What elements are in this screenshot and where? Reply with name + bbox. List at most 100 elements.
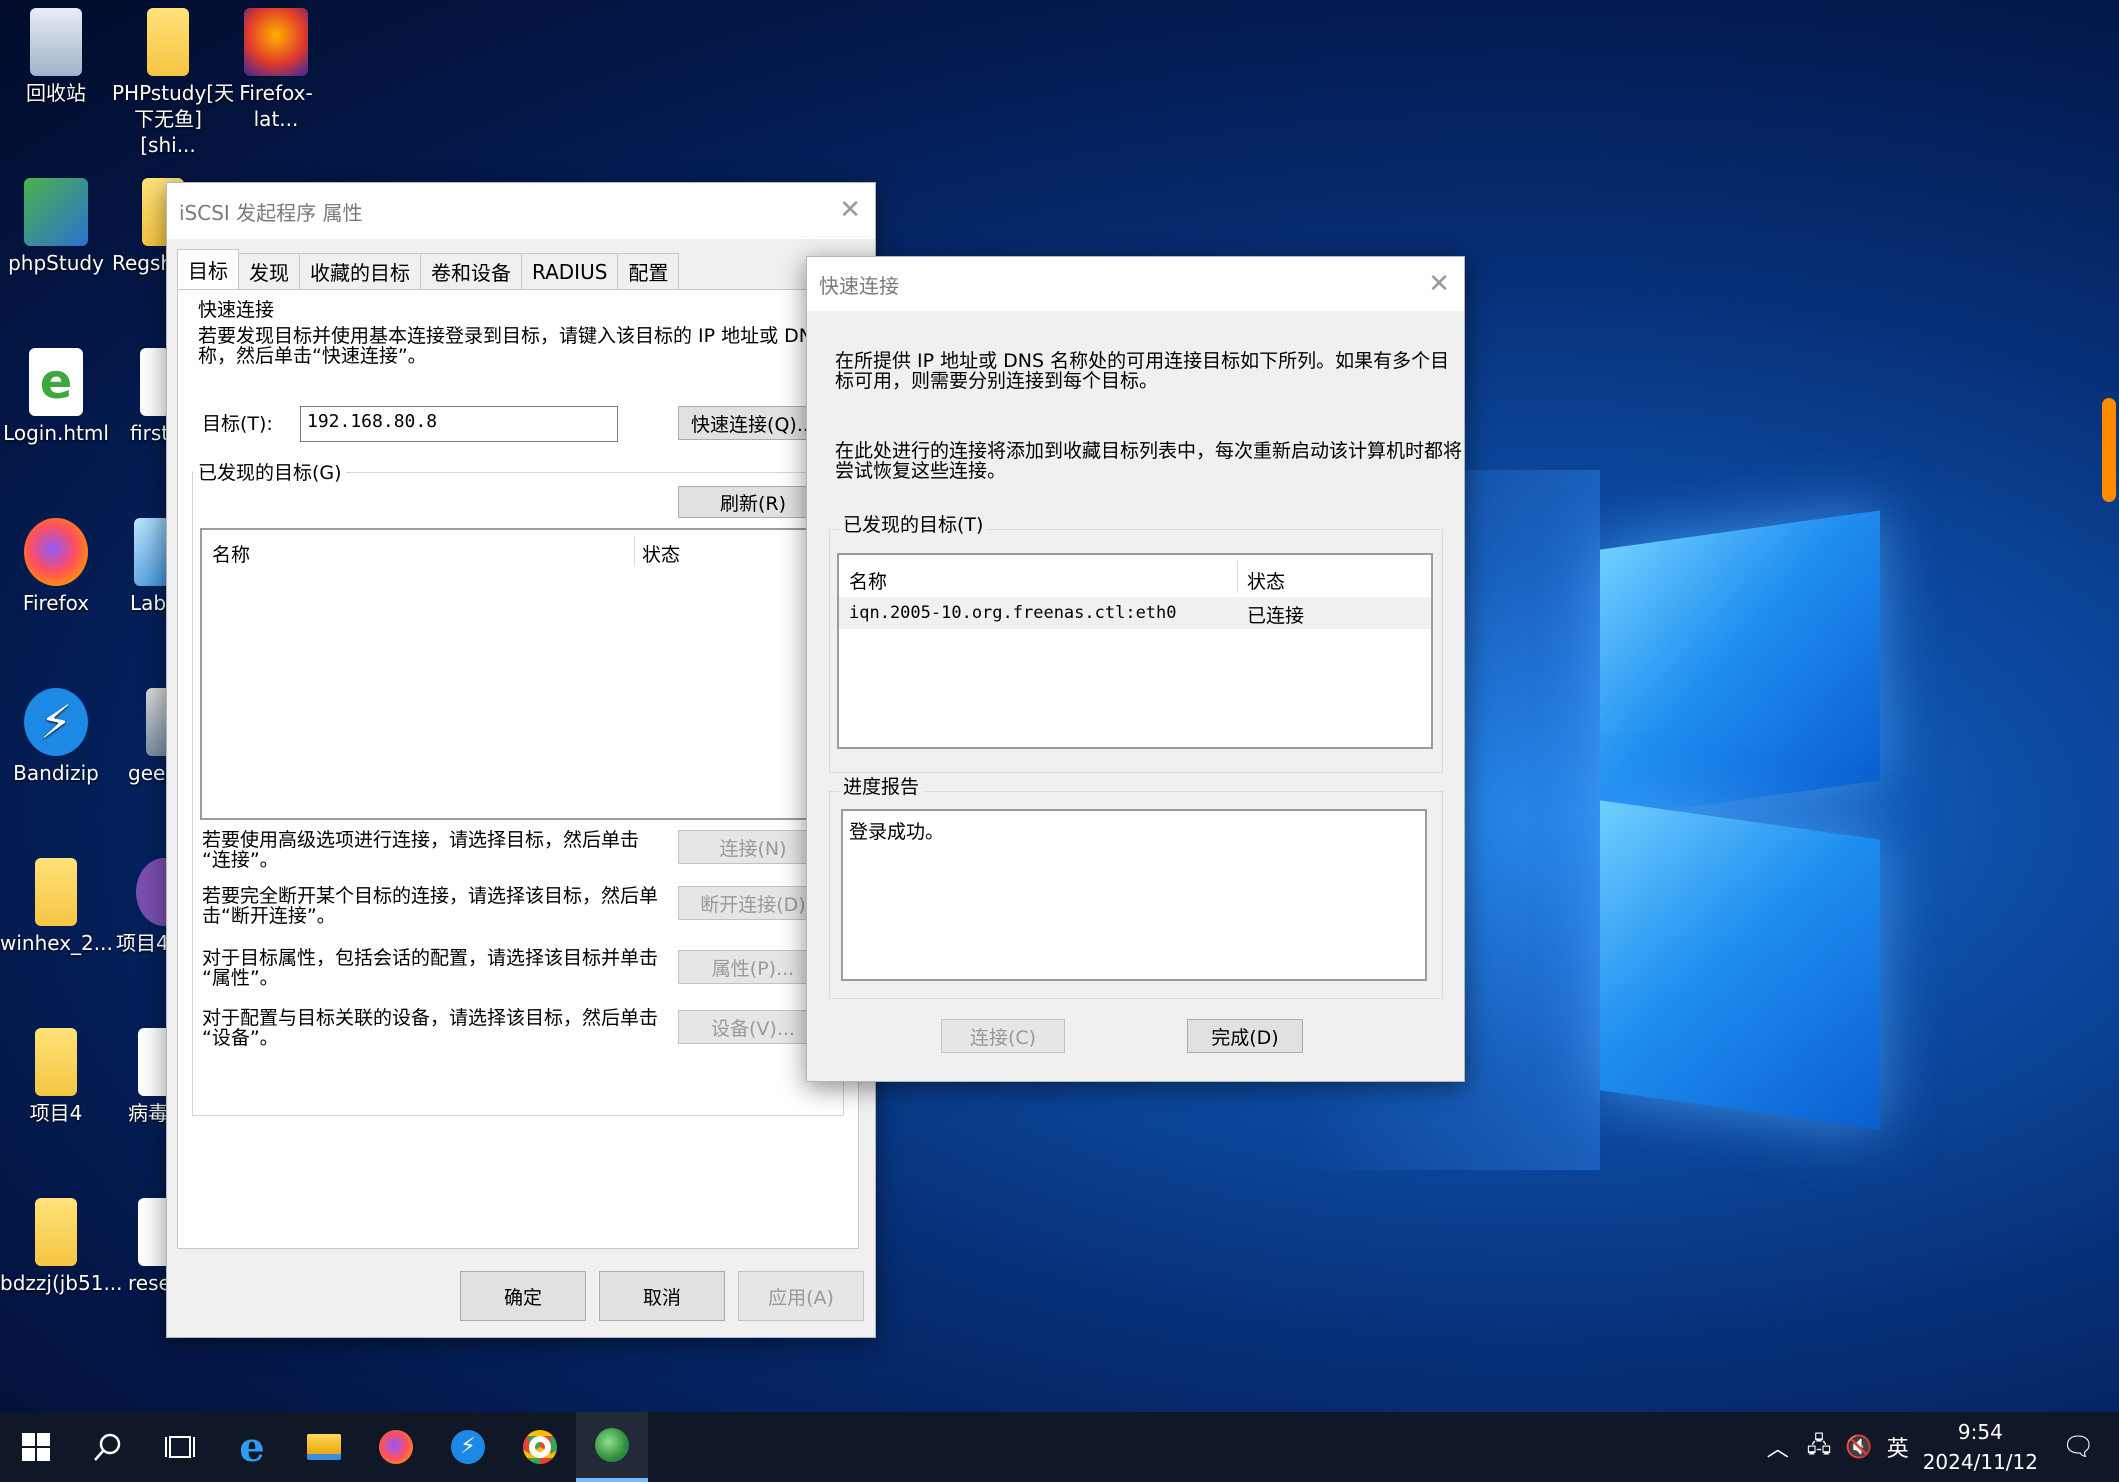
- desktop-icon-project4-folder[interactable]: 项目4: [0, 1028, 112, 1126]
- desktop-icon-recycle-bin[interactable]: 回收站: [0, 8, 112, 106]
- icon-label: Regsh: [112, 251, 174, 275]
- taskbar-chrome-like[interactable]: [504, 1412, 576, 1482]
- list-header-row: [839, 555, 1431, 597]
- edge-scroll-indicator[interactable]: [2102, 398, 2116, 502]
- apply-button[interactable]: 应用(A): [738, 1271, 864, 1321]
- icon-label: PHPstudy[天下无鱼][shi...: [112, 81, 235, 157]
- desktop-icon-lab[interactable]: Lab: [130, 518, 170, 616]
- tab-configuration[interactable]: 配置: [617, 253, 680, 289]
- icon-label: Firefox: [22, 591, 90, 615]
- close-icon[interactable]: ✕: [1428, 269, 1450, 299]
- folder-icon: [307, 1434, 341, 1460]
- desktop-icon-bandizip[interactable]: ⚡ Bandizip: [0, 688, 112, 786]
- input-method-indicator[interactable]: 英: [1887, 1431, 1909, 1463]
- icon-label: winhex_2...: [0, 931, 113, 955]
- desktop-icon-phpstudy-folder[interactable]: PHPstudy[天下无鱼][shi...: [112, 8, 234, 158]
- clock[interactable]: 9:54 2024/11/12: [1923, 1417, 2038, 1477]
- logo-pane-top: [1600, 510, 1880, 820]
- bandizip-icon: ⚡: [24, 688, 88, 756]
- folder-icon: [35, 1028, 77, 1096]
- discovered-targets-label: 已发现的目标(G): [194, 458, 346, 485]
- tab-targets[interactable]: 目标: [177, 249, 239, 289]
- ok-button[interactable]: 确定: [460, 1271, 586, 1321]
- dialog-titlebar: iSCSI 发起程序 属性 ✕: [167, 183, 875, 239]
- folder-icon: [35, 1198, 77, 1266]
- column-header-status[interactable]: 状态: [1247, 567, 1285, 594]
- target-status: 已连接: [1247, 605, 1305, 627]
- phpstudy-icon: [24, 178, 88, 246]
- start-button[interactable]: [0, 1412, 72, 1482]
- taskbar-bandizip[interactable]: ⚡: [432, 1412, 504, 1482]
- desktop-icon-bdzzj[interactable]: bdzzj(jb51...: [0, 1198, 123, 1296]
- tab-volumes-devices[interactable]: 卷和设备: [420, 253, 522, 289]
- lab-icon: [134, 518, 170, 586]
- taskbar-file-explorer[interactable]: [288, 1412, 360, 1482]
- taskbar-iscsi-app[interactable]: [576, 1412, 648, 1482]
- icon-label: phpStudy: [8, 251, 104, 275]
- tab-discovery[interactable]: 发现: [238, 253, 300, 289]
- column-header-status[interactable]: 状态: [642, 540, 680, 567]
- internet-explorer-icon: e: [239, 1423, 265, 1471]
- advanced-connect-description-line1: 若要使用高级选项进行连接，请选择目标，然后单击: [202, 829, 640, 851]
- advanced-connect-description-line2: “连接”。: [202, 849, 279, 871]
- tab-radius[interactable]: RADIUS: [521, 253, 619, 289]
- cancel-button[interactable]: 取消: [599, 1271, 725, 1321]
- task-view-button[interactable]: [144, 1412, 216, 1482]
- show-hidden-icons-chevron-up-icon[interactable]: ︿: [1767, 1431, 1789, 1463]
- bandizip-icon: ⚡: [451, 1430, 485, 1464]
- desktop-icon-firefox[interactable]: Firefox: [0, 518, 112, 616]
- firefox-icon: [379, 1430, 413, 1464]
- progress-report-label: 进度报告: [839, 777, 924, 798]
- network-icon[interactable]: 🖧: [1807, 1428, 1832, 1466]
- desktop-icon-first[interactable]: first: [130, 348, 170, 446]
- icon-label: 病毒: [128, 1101, 168, 1125]
- clock-time: 9:54: [1957, 1420, 2003, 1444]
- progress-message: 登录成功。: [849, 821, 945, 843]
- network-globe-icon: [595, 1428, 629, 1462]
- firefox-installer-icon: [244, 8, 308, 76]
- desktop-icon-project4-app[interactable]: 项目4: [116, 858, 192, 956]
- table-row[interactable]: iqn.2005-10.org.freenas.ctl:eth0 已连接: [839, 597, 1431, 629]
- desktop-icon-firefox-installer[interactable]: Firefox-lat...: [220, 8, 332, 132]
- column-header-name[interactable]: 名称: [849, 567, 887, 594]
- discovered-targets-list[interactable]: 名称 状态: [200, 528, 838, 820]
- folder-icon: [147, 8, 189, 76]
- volume-muted-icon[interactable]: 🔇: [1845, 1435, 1872, 1460]
- quick-connect-titlebar: 快速连接 ✕: [807, 257, 1464, 311]
- clock-date: 2024/11/12: [1922, 1450, 2038, 1474]
- target-iqn: iqn.2005-10.org.freenas.ctl:eth0: [849, 603, 1177, 623]
- desktop-icon-phpstudy[interactable]: phpStudy: [0, 178, 112, 276]
- icon-label: Bandizip: [13, 761, 99, 785]
- quick-connect-group-label: 快速连接: [198, 299, 275, 321]
- quick-discovered-list[interactable]: 名称 状态 iqn.2005-10.org.freenas.ctl:eth0 已…: [837, 553, 1433, 749]
- quick-connect-persist-line2: 尝试恢复这些连接。: [835, 460, 1007, 482]
- disconnect-description-line1: 若要完全断开某个目标的连接，请选择该目标，然后单: [202, 885, 659, 907]
- logo-pane-bottom: [1600, 800, 1880, 1130]
- iscsi-initiator-dialog: iSCSI 发起程序 属性 ✕ 目标 发现 收藏的目标 卷和设备 RADIUS …: [166, 182, 876, 1338]
- desktop-icon-regsh[interactable]: Regsh: [112, 178, 184, 276]
- taskbar-ie[interactable]: e: [216, 1412, 288, 1482]
- quick-connect-title: 快速连接: [819, 273, 899, 298]
- tab-favorite-targets[interactable]: 收藏的目标: [299, 253, 421, 289]
- properties-description-line1: 对于目标属性，包括会话的配置，请选择该目标并单击: [202, 947, 659, 969]
- desktop-icon-winhex[interactable]: winhex_2...: [0, 858, 113, 956]
- quick-connect-connect-button[interactable]: 连接(C): [941, 1019, 1065, 1053]
- search-button[interactable]: [72, 1412, 144, 1482]
- devices-description-line2: “设备”。: [202, 1027, 279, 1049]
- colorful-app-icon: [523, 1430, 557, 1464]
- firefox-icon: [24, 518, 88, 586]
- windows-start-icon: [22, 1433, 50, 1461]
- column-header-name[interactable]: 名称: [212, 540, 250, 567]
- taskbar-firefox[interactable]: [360, 1412, 432, 1482]
- ie-file-icon: e: [29, 348, 83, 416]
- dialog-title: iSCSI 发起程序 属性: [179, 200, 363, 225]
- windows-logo-wallpaper: [1540, 470, 1900, 1170]
- notification-center-icon[interactable]: 🗨: [2062, 1432, 2095, 1462]
- target-input[interactable]: 192.168.80.8: [300, 406, 618, 442]
- taskbar: e ⚡ ︿ 🖧 🔇 英 9:54 2024/11/12 🗨: [0, 1412, 2119, 1482]
- icon-label: 项目4: [116, 931, 169, 955]
- done-button[interactable]: 完成(D): [1187, 1019, 1303, 1053]
- close-icon[interactable]: ✕: [839, 195, 861, 225]
- desktop-icon-login-html[interactable]: e Login.html: [0, 348, 112, 446]
- icon-label: Firefox-lat...: [239, 81, 313, 131]
